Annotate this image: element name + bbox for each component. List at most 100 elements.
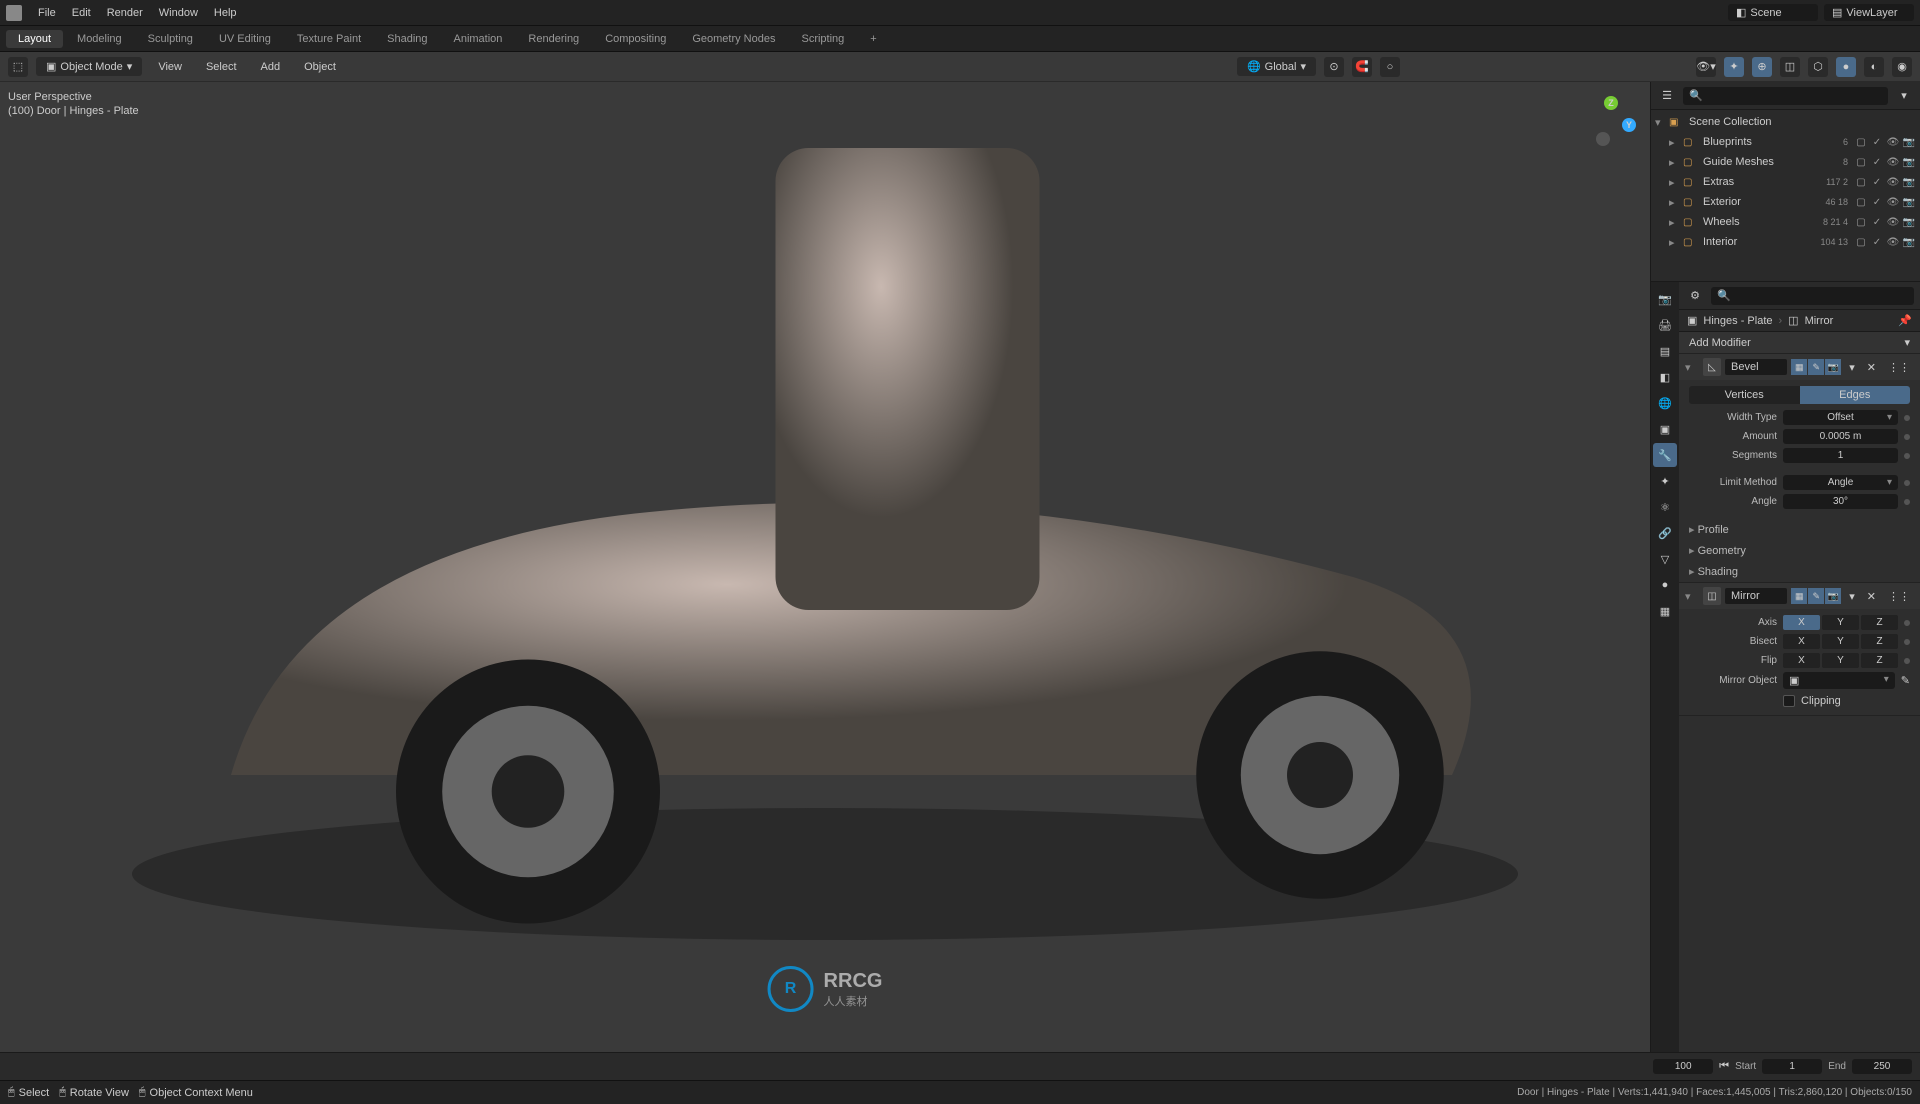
mod-edit-icon[interactable]: ✎ [1808,359,1824,375]
visibility-dropdown-icon[interactable]: 👁▾ [1696,57,1716,77]
outliner-filter-icon[interactable]: ▾ [1894,86,1914,106]
toolbar-object[interactable]: Object [296,58,344,76]
tab-rendering[interactable]: Rendering [516,30,591,48]
axis-gizmo[interactable]: Z Y [1586,96,1636,146]
tab-render-props[interactable]: 📷 [1653,287,1677,311]
current-frame-field[interactable]: 100 [1653,1059,1713,1074]
rewind-icon[interactable]: ⏮ [1719,1060,1729,1073]
tab-scripting[interactable]: Scripting [789,30,856,48]
shading-solid-icon[interactable]: ● [1836,57,1856,77]
tab-uv-editing[interactable]: UV Editing [207,30,283,48]
axis-toggle[interactable]: X Y Z [1783,615,1898,630]
app-logo-icon[interactable] [6,5,22,21]
collapse-icon[interactable]: ▾ [1655,116,1669,129]
add-modifier-button[interactable]: Add Modifier▾ [1679,332,1920,354]
mod-realtime-icon[interactable]: ▦ [1791,588,1807,604]
overlay-toggle-icon[interactable]: ⊕ [1752,57,1772,77]
3d-viewport[interactable]: User Perspective (100) Door | Hinges - P… [0,82,1650,1052]
subpanel-geometry[interactable]: Geometry [1679,540,1920,561]
keyframe-dot-icon[interactable] [1904,415,1910,421]
pivot-icon[interactable]: ⊙ [1324,57,1344,77]
tab-modeling[interactable]: Modeling [65,30,134,48]
width-type-dropdown[interactable]: Offset [1783,410,1898,425]
mod-edit-icon[interactable]: ✎ [1808,588,1824,604]
limit-method-dropdown[interactable]: Angle [1783,475,1898,490]
outliner-row-interior[interactable]: ▸▢Interior104 13▢✓👁📷 [1651,232,1920,252]
viewlayer-selector[interactable]: ▤ViewLayer [1824,4,1914,21]
edges-button[interactable]: Edges [1800,386,1911,404]
toolbar-add[interactable]: Add [253,58,289,76]
xray-icon[interactable]: ◫ [1780,57,1800,77]
menu-edit[interactable]: Edit [64,0,99,26]
tab-animation[interactable]: Animation [442,30,515,48]
props-editor-icon[interactable]: ⚙ [1685,286,1705,306]
restrict-select-icon[interactable]: ▢ [1854,137,1868,148]
mod-realtime-icon[interactable]: ▦ [1791,359,1807,375]
mirror-object-field[interactable]: ▣ [1783,672,1895,689]
breadcrumb-object[interactable]: Hinges - Plate [1703,315,1772,327]
collapse-icon[interactable]: ▾ [1685,361,1699,374]
tab-layout[interactable]: Layout [6,30,63,48]
proportional-icon[interactable]: ○ [1380,57,1400,77]
bevel-affect-toggle[interactable]: Vertices Edges [1689,386,1910,404]
outliner-row-extras[interactable]: ▸▢Extras117 2▢✓👁📷 [1651,172,1920,192]
axis-neg-icon[interactable] [1596,132,1610,146]
start-frame-field[interactable]: 1 [1762,1059,1822,1074]
mod-delete-icon[interactable]: ✕ [1863,590,1880,603]
menu-window[interactable]: Window [151,0,206,26]
menu-render[interactable]: Render [99,0,151,26]
outliner-search[interactable]: 🔍 [1683,87,1888,105]
collapse-icon[interactable]: ▾ [1685,590,1699,603]
mod-menu-icon[interactable]: ▾ [1845,361,1859,374]
tab-scene[interactable]: ◧ [1653,365,1677,389]
scene-selector[interactable]: ◧Scene [1728,4,1818,21]
mod-render-icon[interactable]: 📷 [1825,359,1841,375]
tab-material[interactable]: ● [1653,573,1677,597]
subpanel-profile[interactable]: Profile [1679,519,1920,540]
mod-drag-icon[interactable]: ⋮⋮ [1884,590,1914,603]
outliner-row-guide-meshes[interactable]: ▸▢Guide Meshes8▢✓👁📷 [1651,152,1920,172]
modifier-name-field[interactable]: Mirror [1725,588,1787,604]
angle-field[interactable]: 30° [1783,494,1898,509]
mod-menu-icon[interactable]: ▾ [1845,590,1859,603]
toolbar-select[interactable]: Select [198,58,245,76]
eye-icon[interactable]: 👁 [1886,137,1900,148]
camera-icon[interactable]: 📷 [1902,137,1916,148]
axis-z-button[interactable]: Z [1861,615,1898,630]
tab-shading[interactable]: Shading [375,30,439,48]
eyedropper-icon[interactable]: ✎ [1901,674,1910,687]
tab-constraints[interactable]: 🔗 [1653,521,1677,545]
toolbar-view[interactable]: View [150,58,190,76]
modifier-name-field[interactable]: Bevel [1725,359,1787,375]
bisect-toggle[interactable]: X Y Z [1783,634,1898,649]
tab-object[interactable]: ▣ [1653,417,1677,441]
orientation-dropdown[interactable]: 🌐Global ▾ [1237,57,1316,76]
axis-y-button[interactable]: Y [1822,615,1859,630]
editor-type-icon[interactable]: ⬚ [8,57,28,77]
tab-sculpting[interactable]: Sculpting [136,30,205,48]
tab-physics[interactable]: ⚛ [1653,495,1677,519]
tab-mesh[interactable]: ▽ [1653,547,1677,571]
menu-help[interactable]: Help [206,0,245,26]
flip-toggle[interactable]: X Y Z [1783,653,1898,668]
add-workspace-button[interactable]: + [858,30,888,48]
clipping-checkbox[interactable] [1783,695,1795,707]
segments-field[interactable]: 1 [1783,448,1898,463]
end-frame-field[interactable]: 250 [1852,1059,1912,1074]
outliner-row-exterior[interactable]: ▸▢Exterior46 18▢✓👁📷 [1651,192,1920,212]
breadcrumb-modifier[interactable]: Mirror [1805,315,1834,327]
tab-world[interactable]: 🌐 [1653,391,1677,415]
axis-z-icon[interactable]: Z [1604,96,1618,110]
shading-render-icon[interactable]: ◉ [1892,57,1912,77]
axis-x-button[interactable]: X [1783,615,1820,630]
subpanel-shading[interactable]: Shading [1679,561,1920,582]
menu-file[interactable]: File [30,0,64,26]
vertices-button[interactable]: Vertices [1689,386,1800,404]
snap-icon[interactable]: 🧲 [1352,57,1372,77]
checkbox-icon[interactable]: ✓ [1870,137,1884,148]
amount-field[interactable]: 0.0005 m [1783,429,1898,444]
shading-material-icon[interactable]: ◐ [1864,57,1884,77]
tab-particles[interactable]: ✦ [1653,469,1677,493]
axis-y-icon[interactable]: Y [1622,118,1636,132]
tab-geometry-nodes[interactable]: Geometry Nodes [680,30,787,48]
